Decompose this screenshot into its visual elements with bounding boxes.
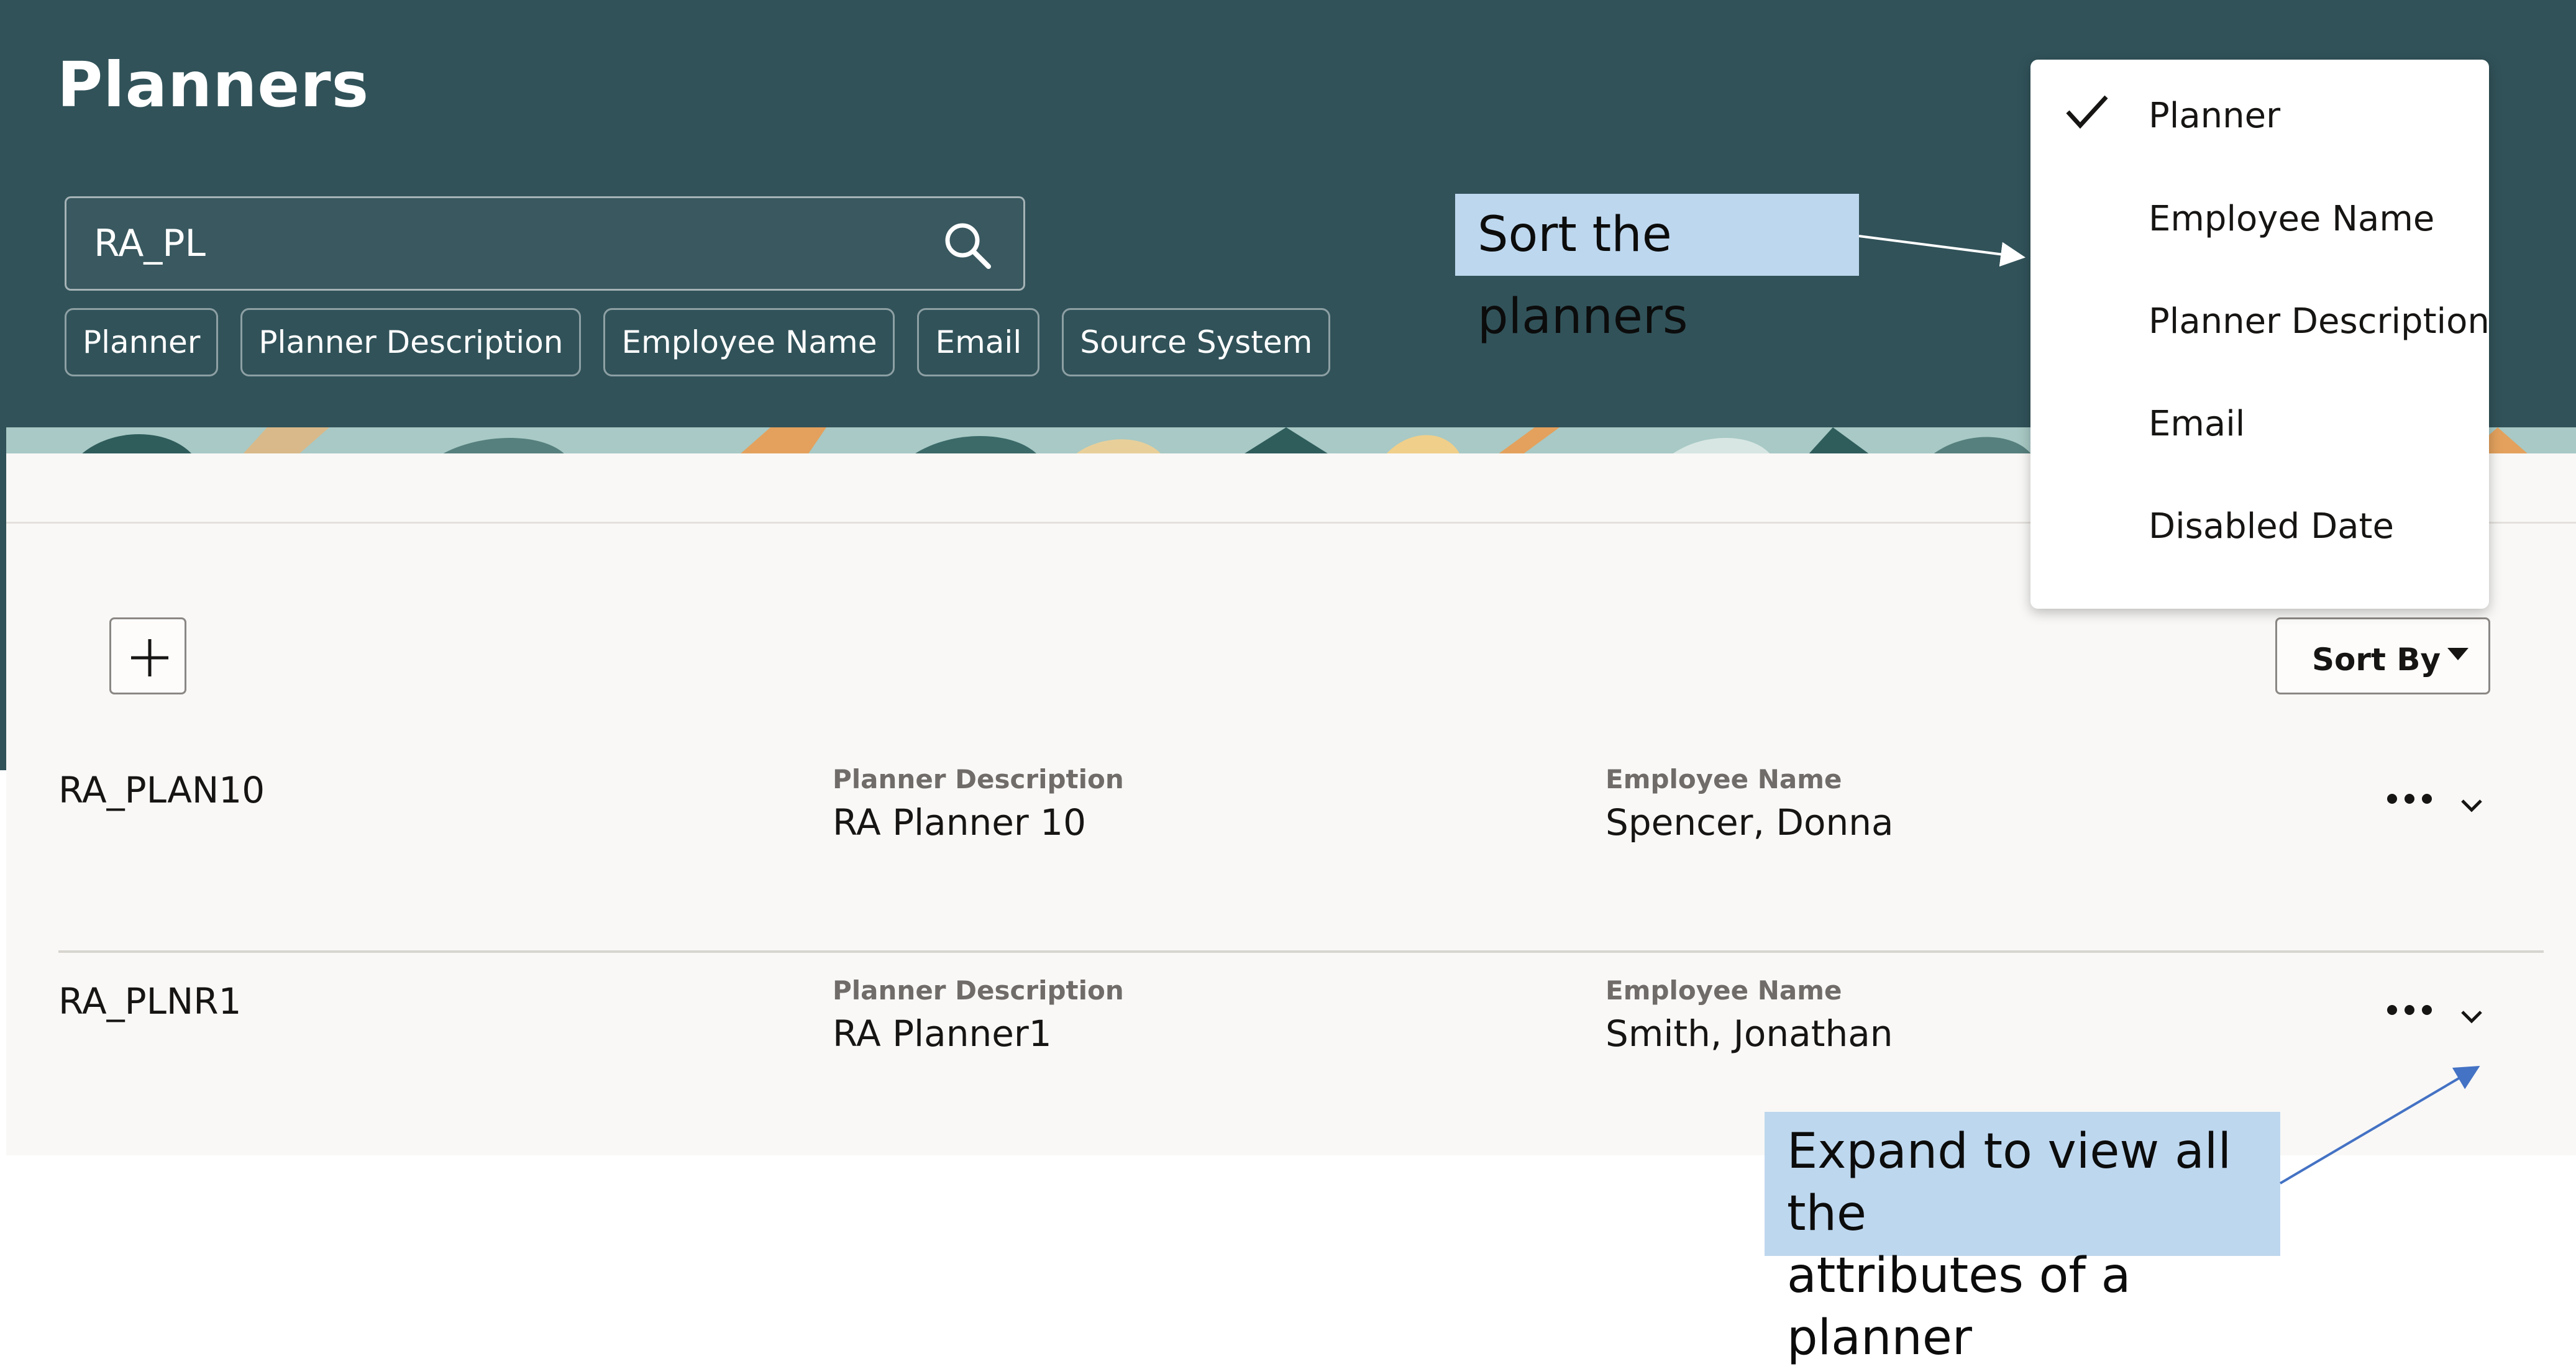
sort-by-label: Sort By	[2312, 642, 2441, 678]
sort-option-label: Planner	[2149, 96, 2281, 136]
plus-icon	[131, 639, 168, 676]
planner-description-label: Planner Description	[833, 764, 1124, 794]
chevron-down-icon[interactable]	[2460, 1010, 2483, 1024]
sort-option-employee-name[interactable]: Employee Name	[2030, 169, 2489, 272]
planner-name: RA_PLNR1	[58, 980, 242, 1022]
more-actions-icon[interactable]	[2386, 1004, 2433, 1016]
sort-by-button[interactable]: Sort By	[2275, 617, 2490, 694]
add-planner-button[interactable]	[109, 617, 186, 694]
planner-name: RA_PLAN10	[58, 769, 265, 811]
filter-chip-planner[interactable]: Planner	[65, 308, 219, 376]
row-divider	[58, 950, 2544, 953]
sort-option-email[interactable]: Email	[2030, 374, 2489, 477]
search-input-value[interactable]: RA_PL	[94, 222, 206, 265]
filter-chip-email[interactable]: Email	[917, 308, 1040, 376]
more-actions-icon[interactable]	[2386, 793, 2433, 805]
planner-description-value: RA Planner 10	[833, 801, 1086, 844]
sort-option-label: Disabled Date	[2149, 506, 2394, 547]
sort-option-label: Planner Description	[2149, 301, 2490, 342]
sort-option-planner[interactable]: Planner	[2030, 66, 2489, 169]
filter-chip-source-system[interactable]: Source System	[1062, 308, 1331, 376]
checkmark-icon	[2066, 95, 2108, 129]
sort-option-planner-description[interactable]: Planner Description	[2030, 271, 2490, 375]
sort-option-disabled-date[interactable]: Disabled Date	[2030, 476, 2489, 580]
filter-chip-planner-description[interactable]: Planner Description	[240, 308, 582, 376]
caret-down-icon	[2447, 648, 2469, 660]
callout-expand-line-1: Expand to view all the	[1787, 1124, 2232, 1242]
planner-description-value: RA Planner1	[833, 1012, 1052, 1055]
employee-name-value: Spencer, Donna	[1605, 801, 1894, 844]
callout-expand-line-2: attributes of a planner	[1787, 1248, 2131, 1366]
sort-option-label: Email	[2149, 404, 2245, 444]
callout-expand: Expand to view all the attributes of a p…	[1765, 1112, 2280, 1366]
employee-name-value: Smith, Jonathan	[1605, 1012, 1893, 1055]
search-icon[interactable]	[943, 221, 992, 270]
planner-description-label: Planner Description	[833, 975, 1124, 1006]
filter-chip-employee-name[interactable]: Employee Name	[603, 308, 895, 376]
sort-option-label: Employee Name	[2149, 199, 2435, 239]
employee-name-label: Employee Name	[1605, 764, 1842, 794]
callout-sort: Sort the planners	[1455, 194, 1859, 345]
filter-chips: Planner Planner Description Employee Nam…	[65, 308, 1331, 376]
sort-by-menu: Planner Employee Name Planner Descriptio…	[2030, 60, 2490, 609]
search-input[interactable]: RA_PL	[65, 196, 1025, 291]
employee-name-label: Employee Name	[1605, 975, 1842, 1006]
chevron-down-icon[interactable]	[2460, 799, 2483, 812]
page-title: Planners	[57, 48, 370, 121]
